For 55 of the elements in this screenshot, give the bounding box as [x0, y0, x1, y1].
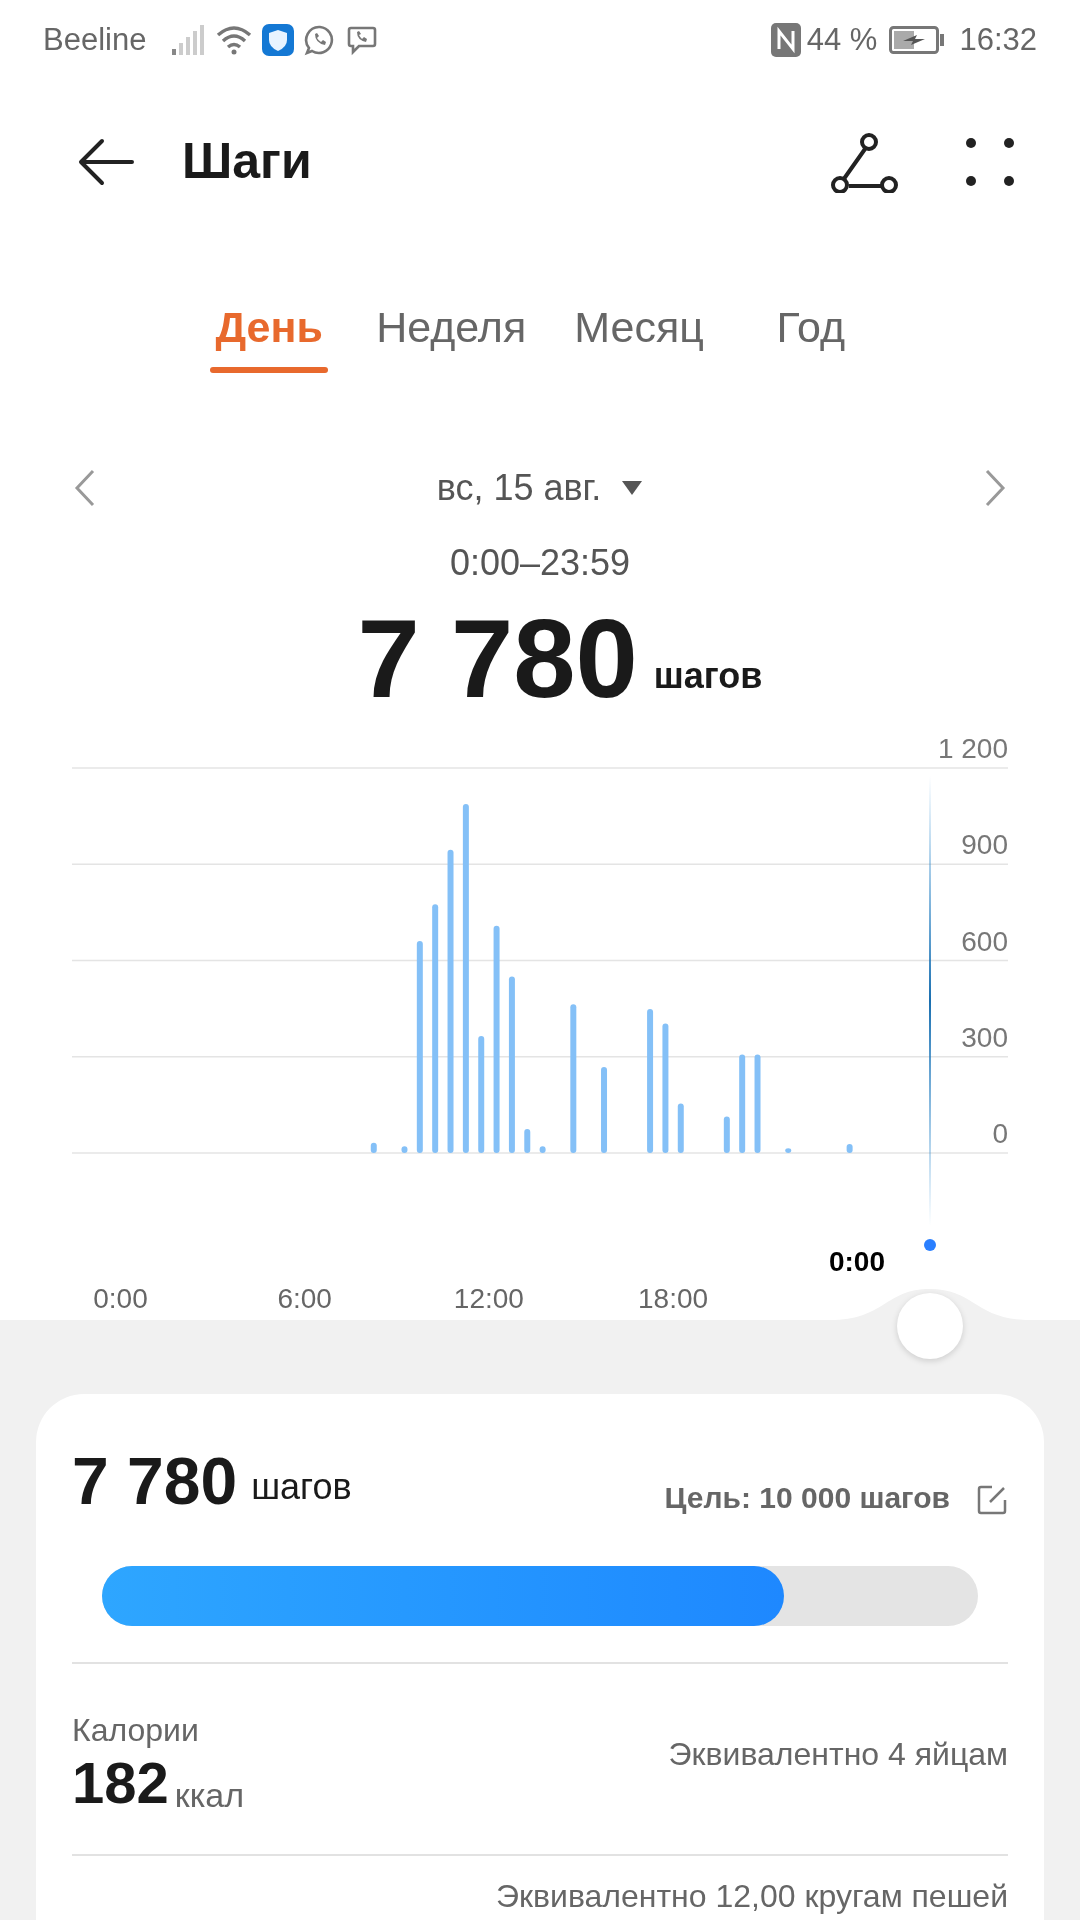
- y-axis-label: 0: [992, 1118, 1008, 1149]
- page-title: Шаги: [182, 132, 312, 192]
- battery-percent: 44 %: [806, 20, 878, 59]
- x-axis-label: 0:00: [93, 1283, 148, 1314]
- x-axis-label: 18:00: [638, 1283, 709, 1314]
- total-steps: 7 780: [357, 603, 638, 716]
- step-bar: [846, 1144, 853, 1153]
- dropdown-triangle-icon: [621, 479, 644, 496]
- edit-icon: [976, 1484, 1008, 1516]
- cursor-dot: [924, 1239, 936, 1251]
- cursor-time-label: 0:00: [829, 1246, 885, 1277]
- summary-unit: шагов: [251, 1465, 352, 1509]
- y-axis-label: 300: [961, 1021, 1008, 1053]
- clock-time: 16:32: [959, 20, 1037, 59]
- y-axis-label: 1 200: [937, 733, 1008, 764]
- stat-equivalent: Эквивалентно 12,00 кругам пешей: [496, 1877, 1008, 1916]
- step-bar: [677, 1103, 684, 1153]
- period-tab[interactable]: Год: [751, 298, 870, 373]
- next-day-button[interactable]: [984, 467, 1006, 508]
- step-bar: [401, 1146, 408, 1153]
- step-bar: [370, 1142, 377, 1153]
- steps-unit: шагов: [653, 654, 763, 698]
- stat-unit: ккал: [174, 1778, 245, 1812]
- battery-charging-icon: [889, 26, 946, 55]
- shield-app-icon: [262, 24, 295, 57]
- stat-equivalent: Эквивалентно 4 яйцам: [668, 1735, 1008, 1774]
- time-range: 0:00–23:59: [449, 540, 631, 585]
- period-tab[interactable]: День: [210, 298, 329, 373]
- route-icon: [829, 130, 899, 193]
- summary-steps: 7 780: [72, 1448, 238, 1514]
- date-picker[interactable]: вс, 15 авг.: [436, 460, 644, 515]
- period-tab[interactable]: Месяц: [574, 298, 704, 373]
- step-bar: [539, 1146, 546, 1153]
- stat-value: 182: [72, 1754, 169, 1812]
- back-arrow-icon: [76, 136, 136, 187]
- goal-text: Цель: 10 000 шагов: [664, 1480, 950, 1516]
- chevron-right-icon: [984, 467, 1006, 508]
- wifi-icon: [216, 25, 253, 56]
- period-tab[interactable]: Неделя: [376, 298, 527, 373]
- x-axis-label: 12:00: [453, 1283, 524, 1314]
- step-bar: [524, 1128, 531, 1153]
- stat-label: Калории: [72, 1711, 200, 1750]
- previous-day-button[interactable]: [74, 467, 96, 508]
- chevron-left-icon: [74, 467, 96, 508]
- x-axis-label: 6:00: [277, 1283, 332, 1314]
- signal-icon: [172, 25, 207, 56]
- step-bar: [723, 1116, 730, 1153]
- edit-goal-button[interactable]: [976, 1484, 1008, 1516]
- y-axis-label: 600: [961, 925, 1008, 957]
- y-axis-label: 900: [961, 829, 1008, 861]
- nfc-icon: [770, 23, 801, 58]
- phone-chat-icon: [346, 24, 379, 57]
- carrier-name: Beeline: [43, 20, 147, 59]
- step-bar: [785, 1148, 792, 1153]
- dots-grid-icon: [965, 136, 1015, 187]
